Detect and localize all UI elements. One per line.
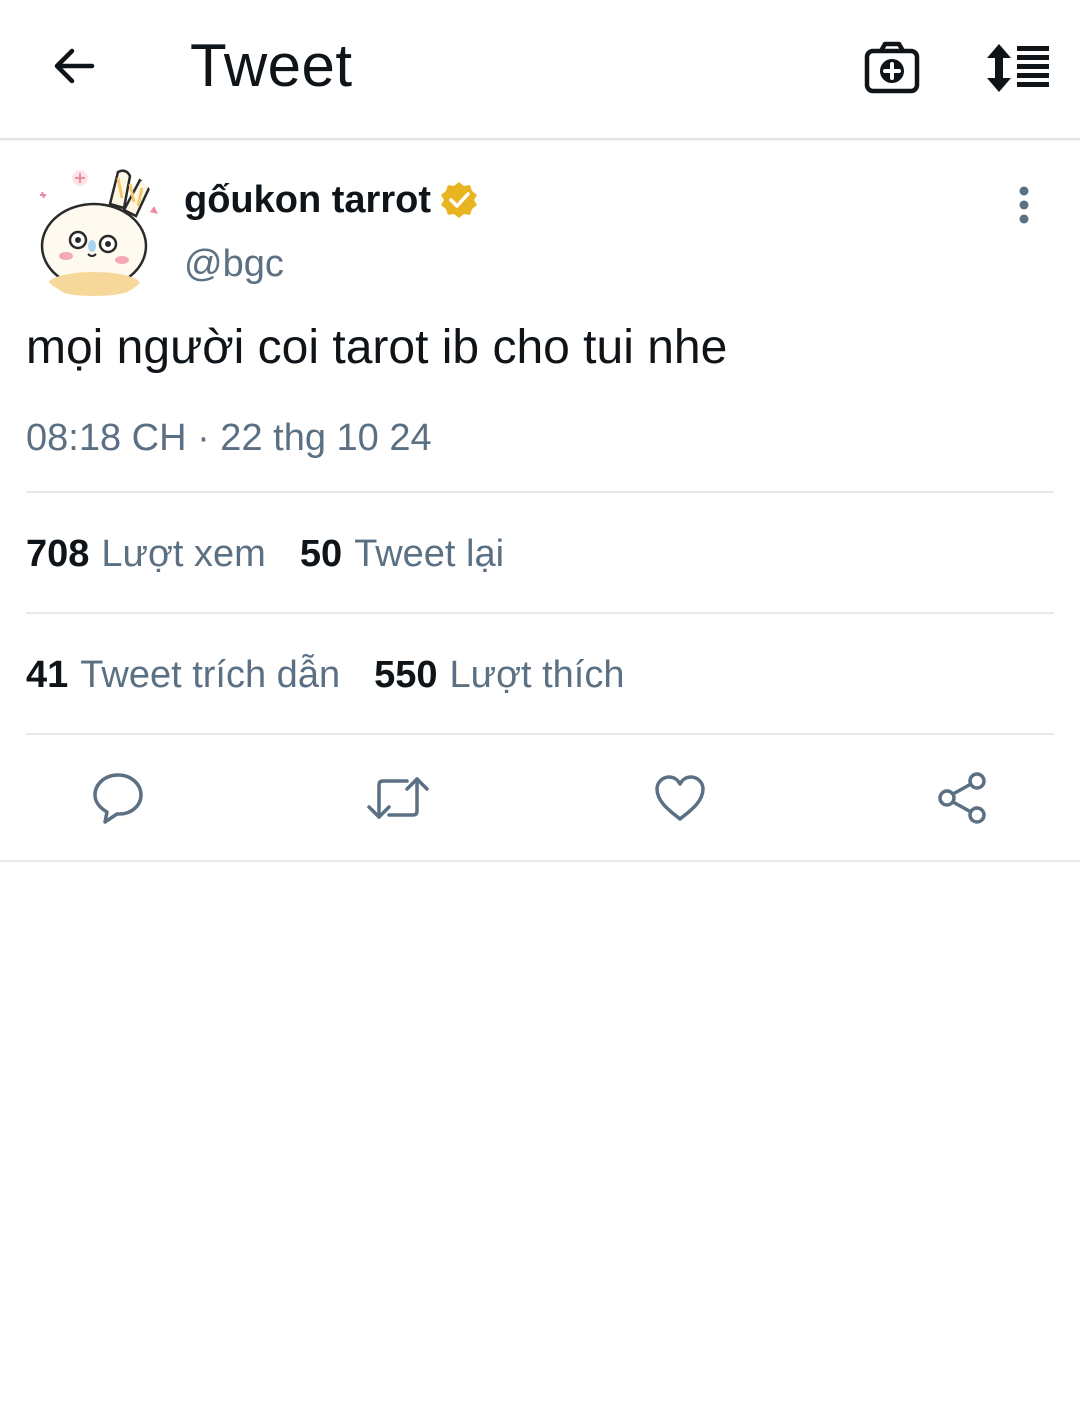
share-button[interactable]	[930, 766, 994, 830]
sort-list-icon	[987, 44, 1049, 92]
tweet-action-bar	[0, 736, 1080, 862]
stats-row-primary: 708 Lượt xem 50 Tweet lại	[26, 524, 538, 584]
like-button[interactable]	[648, 766, 712, 830]
camera-plus-icon	[864, 41, 920, 94]
divider	[26, 612, 1054, 614]
sort-button[interactable]	[982, 36, 1054, 100]
quotes-stat[interactable]: 41 Tweet trích dẫn	[26, 651, 340, 699]
more-options-button[interactable]	[1004, 180, 1044, 230]
likes-stat[interactable]: 550 Lượt thích	[374, 651, 624, 699]
user-handle[interactable]: @bgc	[184, 240, 284, 288]
tweet-text: mọi người coi tarot ib cho tui nhe	[26, 321, 728, 374]
reply-icon	[93, 773, 143, 824]
share-icon	[938, 772, 986, 824]
retweets-count: 50	[299, 533, 343, 575]
screenshot-button[interactable]	[860, 36, 924, 100]
tweet-timestamp: 08:18 CH · 22 thg 10 24	[26, 417, 432, 459]
divider	[26, 733, 1054, 735]
top-app-bar: Tweet	[0, 0, 1080, 140]
display-name[interactable]: gốukon tarrot	[184, 176, 479, 224]
views-count: 708	[26, 533, 90, 575]
quotes-count: 41	[26, 654, 69, 696]
gold-verified-icon	[439, 180, 479, 220]
quotes-label: Tweet trích dẫn	[80, 654, 341, 696]
like-icon	[655, 775, 705, 821]
retweets-label: Tweet lại	[354, 533, 505, 575]
views-label: Lượt xem	[101, 533, 266, 575]
bunny-avatar-icon	[26, 162, 164, 300]
retweets-stat[interactable]: 50 Tweet lại	[300, 530, 504, 578]
stats-row-secondary: 41 Tweet trích dẫn 550 Lượt thích	[26, 645, 659, 705]
divider	[26, 491, 1054, 493]
page-title: Tweet	[190, 32, 353, 99]
likes-count: 550	[374, 654, 438, 696]
display-name-text: gốukon tarrot	[184, 179, 431, 221]
more-vertical-icon	[1019, 186, 1029, 224]
retweet-button[interactable]	[366, 766, 430, 830]
likes-label: Lượt thích	[449, 654, 625, 696]
back-button[interactable]	[46, 38, 102, 94]
reply-button[interactable]	[86, 766, 150, 830]
avatar[interactable]	[26, 162, 164, 300]
views-stat: 708 Lượt xem	[26, 530, 266, 578]
arrow-left-icon	[54, 48, 95, 84]
retweet-icon	[367, 777, 429, 819]
